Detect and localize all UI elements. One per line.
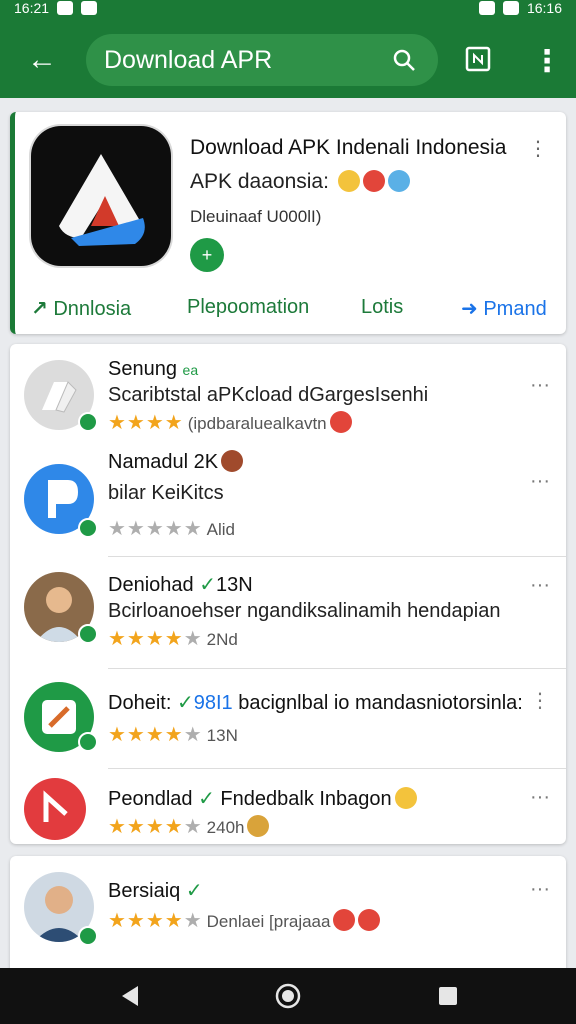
tab-pmand[interactable]: ➜ Pmand (461, 296, 547, 321)
more-icon[interactable]: ··· (530, 574, 550, 597)
app-list-card-2: Bersiaiq ✓ ★★★★★ Denlaei [prajaaa ··· (10, 856, 566, 986)
more-icon[interactable]: ··· (530, 374, 550, 397)
verified-icon (78, 624, 98, 644)
more-icon[interactable]: ⋮ (528, 136, 548, 161)
back-arrow-icon[interactable]: ← (22, 40, 62, 80)
rating-stars: ★★★★★ Alid (108, 518, 236, 540)
emoji-icon (387, 170, 410, 192)
list-item-line: bilar KeiKitcs (108, 482, 224, 504)
list-item-title: Bersiaiq ✓ (108, 880, 203, 902)
verified-icon (78, 412, 98, 432)
rating-stars: ★★★★ (ipdbaraluealkavtn (108, 410, 352, 435)
status-battery-icon (502, 1, 519, 15)
list-item[interactable]: Bersiaiq ✓ ★★★★★ Denlaei [prajaaa ··· (10, 864, 566, 964)
status-notification-icon (57, 1, 74, 15)
search-bar[interactable]: Download APR (86, 34, 438, 86)
tab-dnnlosia[interactable]: ↗ Dnnlosia (31, 296, 131, 321)
featured-tabs: ↗ Dnnlosia Plepoomation Lotis ➜ Pmand (15, 290, 566, 330)
rating-stars: ★★★★★ Denlaei [prajaaa (108, 908, 381, 933)
app-meta: Dleuinaaf U000lI) (190, 207, 322, 226)
emoji-icon (362, 170, 385, 192)
verified-icon (78, 518, 98, 538)
list-item[interactable]: Doheit: ✓98I1 bacignlbal io mandasniotor… (10, 670, 566, 768)
list-item[interactable]: Deniohad ✓13N Bcirloanoehser ngandiksali… (10, 558, 566, 668)
app-bar: 16:21 16:16 ← Download APR ⋮ (0, 0, 576, 98)
featured-app-card[interactable]: Download APK Indenali Indonesia APK daao… (10, 112, 566, 334)
rating-stars: ★★★★★ 240h (108, 814, 270, 839)
status-time-right: 16:16 (526, 0, 562, 16)
tab-lotis[interactable]: Lotis (361, 296, 403, 319)
list-item-line: Scaribtstal aPKcload dGargesIsenhi (108, 384, 429, 406)
search-icon[interactable] (392, 48, 416, 72)
more-icon[interactable]: ··· (530, 470, 550, 493)
kebab-icon[interactable]: ⋮ (532, 44, 562, 79)
tab-plepoomation[interactable]: Plepoomation (187, 296, 309, 319)
list-item-title: Senung ea (108, 358, 199, 380)
status-time-left: 16:21 (14, 0, 50, 16)
list-item-line: Bcirloanoehser ngandiksalinamih hendapia… (108, 600, 501, 622)
rating-stars: ★★★★★ 13N (108, 724, 238, 746)
list-item-title: Doheit: ✓98I1 bacignlbal io mandasniotor… (108, 692, 523, 714)
more-icon[interactable]: ⋮ (530, 688, 550, 713)
divider (108, 668, 566, 669)
rating-stars: ★★★★★ 2Nd (108, 628, 238, 650)
nav-back-icon[interactable] (116, 982, 144, 1010)
more-icon[interactable]: ··· (530, 786, 550, 809)
divider (108, 556, 566, 557)
list-item[interactable]: Namadul 2K bilar KeiKitcs ★★★★★ Alid ··· (10, 446, 566, 556)
avatar (24, 778, 86, 840)
status-wifi-icon (478, 1, 495, 15)
divider (108, 768, 566, 769)
status-image-icon (81, 1, 98, 15)
app-subtitle: APK daaonsia: (190, 170, 410, 194)
verified-icon (78, 732, 98, 752)
install-icon[interactable]: + (190, 238, 224, 272)
app-list-card: Senung ea Scaribtstal aPKcload dGargesIs… (10, 344, 566, 844)
open-in-icon[interactable] (464, 44, 492, 74)
list-item[interactable]: Senung ea Scaribtstal aPKcload dGargesIs… (10, 356, 566, 446)
nav-recents-icon[interactable] (434, 982, 462, 1010)
list-item-title: Deniohad ✓13N (108, 574, 253, 596)
more-icon[interactable]: ··· (530, 878, 550, 901)
app-title: Download APK Indenali Indonesia (190, 136, 507, 159)
search-text: Download APR (104, 46, 273, 74)
verified-icon (78, 926, 98, 946)
list-item-title: Peondlad ✓ Fndedbalk Inbagon (108, 786, 417, 811)
emoji-icon (337, 170, 360, 192)
status-bar: 16:21 16:16 (0, 0, 576, 22)
list-item-title: Namadul 2K (108, 450, 244, 474)
nav-home-icon[interactable] (274, 982, 302, 1010)
system-nav-bar (0, 968, 576, 1024)
app-logo-icon (31, 126, 171, 266)
list-item[interactable]: Peondlad ✓ Fndedbalk Inbagon ★★★★★ 240h ·… (10, 770, 566, 842)
